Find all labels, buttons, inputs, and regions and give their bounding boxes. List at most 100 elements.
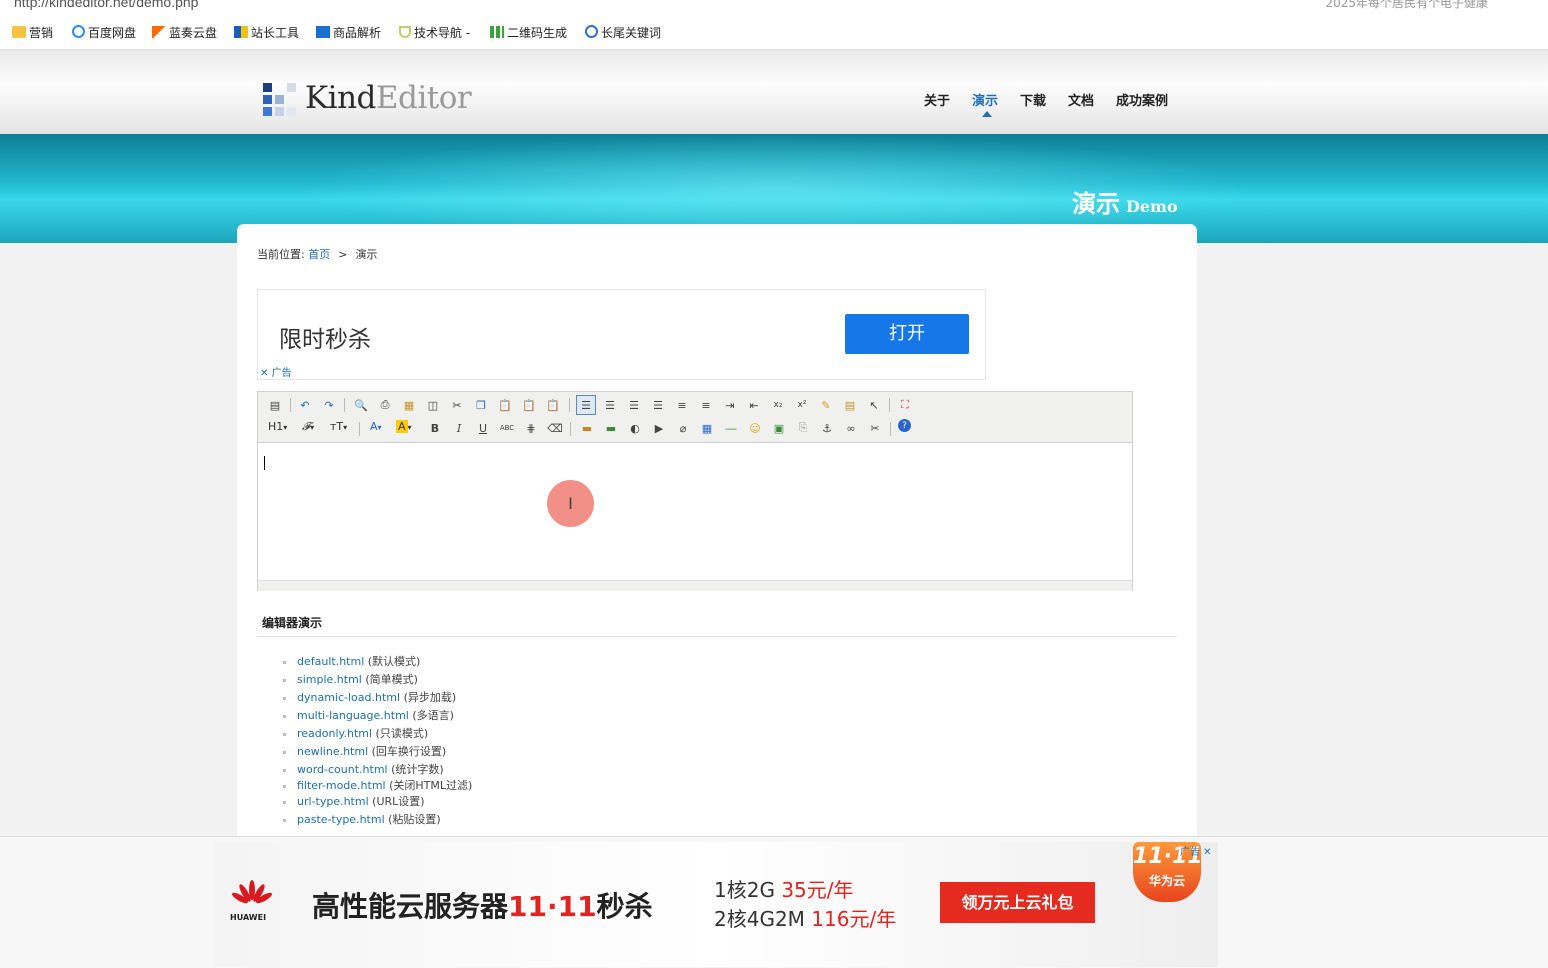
unordered-list-icon[interactable]: ≡ [697,396,715,414]
qrcode-icon [490,26,504,38]
multi-image-icon[interactable]: ▬ [602,419,620,437]
align-center-icon[interactable]: ☰ [601,396,619,414]
bookmark-tech-nav[interactable]: 技术导航 - [399,25,470,41]
bookmark-shangpin[interactable]: 商品解析 [316,25,381,41]
demo-desc: (只读模式) [375,727,429,740]
baidu-map-icon[interactable]: ▣ [770,419,788,437]
attachment-icon[interactable]: ⌀ [674,419,692,437]
strikethrough-button[interactable]: ABC [498,419,516,437]
heading-button[interactable]: H1▾ [268,420,287,433]
demo-desc: (粘贴设置) [388,813,441,826]
toolbar-divider [889,398,890,412]
underline-button[interactable]: U [474,419,492,437]
demo-link[interactable]: url-type.html [297,795,369,808]
link-icon[interactable]: ∞ [842,419,860,437]
font-color-button[interactable]: A▾ [370,420,382,433]
demo-link[interactable]: multi-language.html [297,709,409,722]
select-all-icon[interactable]: ↖ [865,396,883,414]
print-icon[interactable]: ⎙ [376,396,394,414]
ad-title: 限时秒杀 [279,327,371,353]
flash-sale-ad[interactable]: 限时秒杀 打开 [257,289,986,380]
font-size-button[interactable]: тT▾ [330,420,347,433]
demo-link[interactable]: filter-mode.html [297,779,386,792]
page-break-icon[interactable]: ⎘ [794,419,812,437]
toolbar-divider [570,422,571,436]
source-icon[interactable]: ▤ [266,396,284,414]
banner-title-cn: 演示 [1072,190,1120,218]
unlink-icon[interactable]: ✂ [866,419,884,437]
outdent-icon[interactable]: ⇤ [745,396,763,414]
list-item: word-count.html (统计字数) [283,761,472,779]
table-icon[interactable]: ▦ [698,419,716,437]
template-icon[interactable]: ▦ [400,396,418,414]
anchor-icon[interactable]: ⚓ [818,419,836,437]
preview-icon[interactable]: 🔍 [352,396,370,414]
subscript-icon[interactable]: x₂ [769,396,787,414]
bookmark-yingxiao[interactable]: 营销 [12,25,53,41]
redo-icon[interactable]: ↷ [320,396,338,414]
nav-about[interactable]: 关于 [924,90,950,110]
indent-icon[interactable]: ⇥ [721,396,739,414]
ad-close-button[interactable]: ✕ 广告 [260,364,292,379]
horizontal-line-icon[interactable]: ― [722,419,740,437]
bottom-ad-cta-button[interactable]: 领万元上云礼包 [940,882,1095,923]
clear-format-icon[interactable]: ✎ [817,396,835,414]
demo-link[interactable]: readonly.html [297,727,372,740]
demo-link[interactable]: paste-type.html [297,813,385,826]
undo-icon[interactable]: ↶ [296,396,314,414]
ordered-list-icon[interactable]: ≡ [673,396,691,414]
editor-resize-bar[interactable] [258,580,1132,591]
rich-text-editor: ▤ ↶ ↷ 🔍 ⎙ ▦ ◫ ✂ ❐ 📋 📋 📋 ☰ ☰ ☰ ☰ ≡ ≡ ⇥ ⇤ … [257,391,1133,591]
align-right-icon[interactable]: ☰ [625,396,643,414]
paste-word-icon[interactable]: 📋 [544,396,562,414]
cut-icon[interactable]: ✂ [448,396,466,414]
nav-cases[interactable]: 成功案例 [1116,90,1168,110]
baidu-cloud-icon [72,25,85,38]
headline-highlight: 11·11 [508,890,597,923]
demo-link[interactable]: default.html [297,655,364,668]
bookmark-label: 长尾关键词 [601,26,662,40]
nav-download[interactable]: 下载 [1020,90,1046,110]
bold-button[interactable]: B [426,419,444,437]
breadcrumb-separator: > [338,248,348,261]
align-left-icon[interactable]: ☰ [576,395,596,415]
highlight-button[interactable]: A ▾ [396,420,412,433]
image-icon[interactable]: ▬ [578,419,596,437]
bookmark-baidu-pan[interactable]: 百度网盘 [72,25,136,41]
italic-button[interactable]: I [450,419,468,437]
quickformat-icon[interactable]: ▤ [841,396,859,414]
superscript-icon[interactable]: x² [793,396,811,414]
bottom-ad-close-button[interactable]: 广告 ✕ [1180,843,1212,858]
media-icon[interactable]: ▶ [650,419,668,437]
fullscreen-icon[interactable]: ⛶ [896,396,914,414]
bookmark-longtail[interactable]: 长尾关键词 [585,25,661,41]
emoticon-icon[interactable]: ☺ [746,419,764,437]
font-family-button[interactable]: 𝓕▾ [302,420,314,434]
demo-list: default.html (默认模式) simple.html (简单模式) d… [283,653,472,829]
url-text[interactable]: http://kindeditor.net/demo.php [14,0,198,10]
remove-format-icon[interactable]: ⌫ [546,419,564,437]
code-icon[interactable]: ◫ [424,396,442,414]
paste-icon[interactable]: 📋 [496,396,514,414]
bookmark-lanzou[interactable]: 蓝奏云盘 [152,25,217,41]
bookmark-qrcode[interactable]: 二维码生成 [490,25,567,41]
line-height-icon[interactable]: ⋕ [522,419,540,437]
demo-link[interactable]: dynamic-load.html [297,691,400,704]
help-icon[interactable]: ? [898,419,911,432]
nav-demo[interactable]: 演示 [972,90,998,110]
justify-icon[interactable]: ☰ [649,396,667,414]
ad-open-button[interactable]: 打开 [845,314,969,354]
demo-link[interactable]: simple.html [297,673,362,686]
demo-desc: (回车换行设置) [371,745,447,758]
demo-link[interactable]: word-count.html [297,763,388,776]
browser-address-bar[interactable]: http://kindeditor.net/demo.php 2025年每个居民… [0,0,1548,17]
paste-plain-icon[interactable]: 📋 [520,396,538,414]
flash-icon[interactable]: ◐ [626,419,644,437]
bookmark-chinaz[interactable]: 站长工具 [234,25,299,41]
breadcrumb-home-link[interactable]: 首页 [308,248,330,261]
nav-docs[interactable]: 文档 [1068,90,1094,110]
copy-icon[interactable]: ❐ [472,396,490,414]
list-item: paste-type.html (粘贴设置) [283,811,472,829]
size-label: тT [330,420,344,433]
demo-link[interactable]: newline.html [297,745,368,758]
